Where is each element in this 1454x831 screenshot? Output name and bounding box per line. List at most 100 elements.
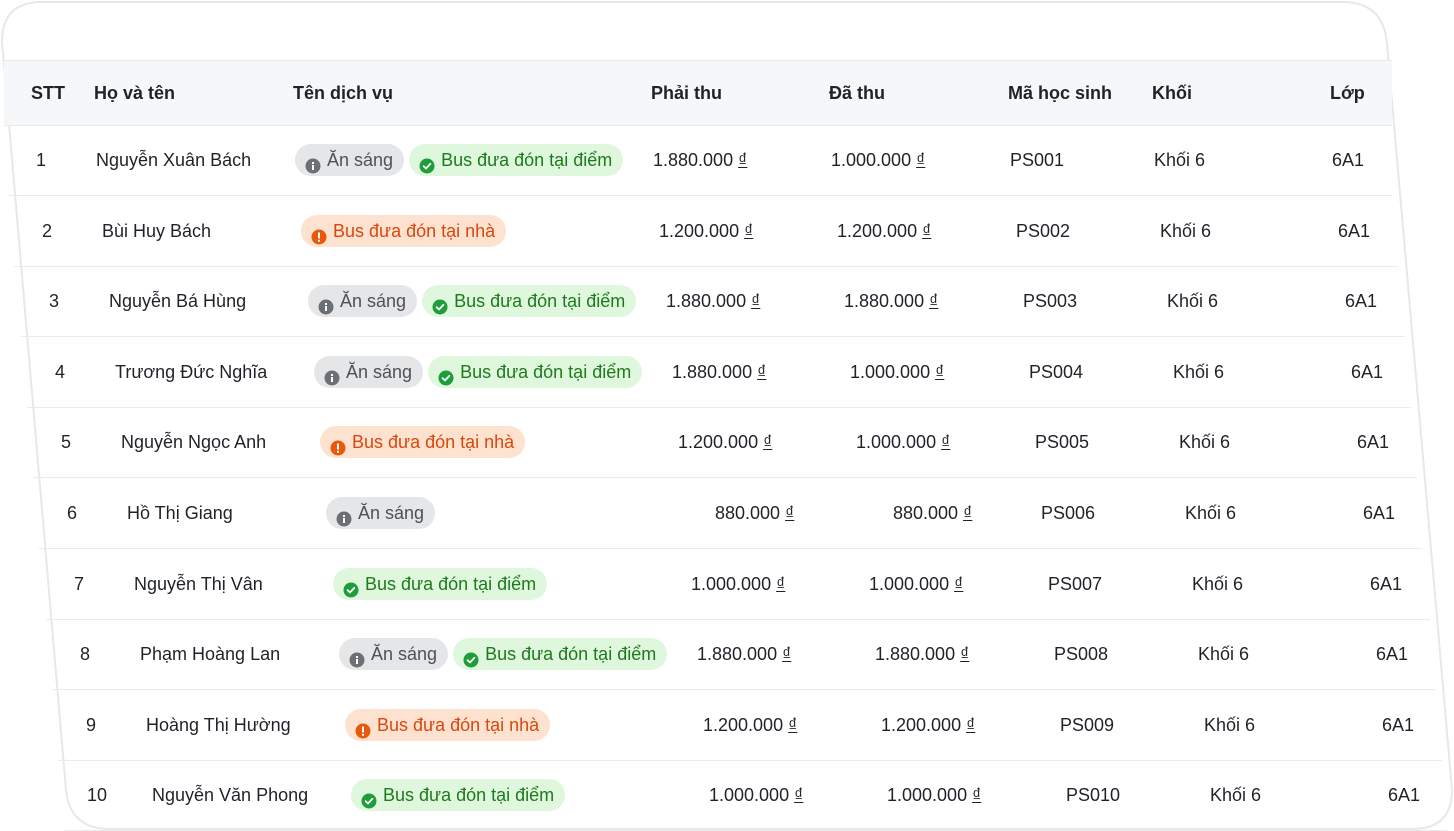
- row-number: 3: [49, 291, 60, 311]
- class-name: 6A1: [1345, 291, 1378, 311]
- table-row[interactable]: 1 Nguyễn Xuân Bách Ăn sáng Bus đưa đón tại …: [8, 125, 1392, 196]
- currency-symbol: ₫: [782, 644, 792, 664]
- service-tag-green[interactable]: Bus đưa đón tại điểm: [351, 779, 566, 811]
- amount-paid-value: 880.000: [893, 503, 959, 523]
- service-tags: Bus đưa đón tại nhà: [301, 215, 507, 247]
- column-header-student-id[interactable]: Mã học sinh: [1008, 61, 1112, 125]
- amount-paid: 1.880.000 ₫: [844, 266, 938, 336]
- row-number: 9: [86, 715, 97, 735]
- service-tag-label: Bus đưa đón tại điểm: [383, 785, 555, 805]
- amount-due-value: 880.000: [715, 503, 781, 523]
- column-header-service[interactable]: Tên dịch vụ: [293, 61, 393, 125]
- table-row[interactable]: 10 Nguyễn Văn Phong Bus đưa đón tại điểm 1.…: [64, 760, 1448, 831]
- amount-paid: 1.000.000 ₫: [887, 760, 981, 830]
- alert-circle-icon: [311, 223, 327, 245]
- service-tag-orange[interactable]: Bus đưa đón tại nhà: [301, 215, 507, 247]
- currency-symbol: ₫: [738, 150, 748, 170]
- table-header: STT Họ và tên Tên dịch vụ Phải thu Đã th…: [4, 60, 1392, 126]
- amount-due-value: 1.880.000: [672, 362, 753, 382]
- class-name: 6A1: [1338, 221, 1371, 241]
- table-row[interactable]: 6 Hồ Thị Giang Ăn sáng 880.000 ₫ 880.000 ₫ PS…: [39, 478, 1423, 549]
- amount-paid: 1.000.000 ₫: [869, 549, 963, 619]
- service-tag-gray[interactable]: Ăn sáng: [326, 497, 436, 529]
- currency-symbol: ₫: [916, 150, 926, 170]
- student-id: PS006: [1041, 503, 1096, 523]
- amount-due: 1.200.000 ₫: [659, 196, 753, 266]
- service-tag-orange[interactable]: Bus đưa đón tại nhà: [345, 709, 551, 741]
- row-number: 10: [87, 785, 108, 805]
- info-icon: [349, 646, 365, 668]
- amount-paid-value: 1.880.000: [875, 644, 956, 664]
- amount-due: 1.200.000 ₫: [703, 690, 797, 760]
- currency-symbol: ₫: [763, 432, 773, 452]
- info-icon: [305, 152, 321, 174]
- service-tag-gray[interactable]: Ăn sáng: [314, 356, 424, 388]
- amount-due: 1.000.000 ₫: [691, 549, 785, 619]
- student-id: PS004: [1029, 362, 1084, 382]
- column-header-due[interactable]: Phải thu: [651, 61, 722, 125]
- student-id: PS008: [1054, 644, 1109, 664]
- service-tag-green[interactable]: Bus đưa đón tại điểm: [428, 356, 643, 388]
- service-tags: Ăn sáng Bus đưa đón tại điểm: [314, 356, 643, 388]
- amount-due: 1.880.000 ₫: [666, 266, 760, 336]
- amount-due-value: 1.200.000: [659, 221, 740, 241]
- class-name: 6A1: [1332, 150, 1365, 170]
- service-tag-green[interactable]: Bus đưa đón tại điểm: [409, 144, 624, 176]
- column-header-grade[interactable]: Khối: [1152, 61, 1192, 125]
- student-name: Trương Đức Nghĩa: [115, 362, 268, 382]
- column-header-class[interactable]: Lớp: [1330, 61, 1365, 125]
- service-tags: Bus đưa đón tại nhà: [320, 426, 526, 458]
- class-name: 6A1: [1388, 785, 1421, 805]
- student-id: PS007: [1048, 574, 1103, 594]
- check-circle-icon: [419, 152, 435, 174]
- table-row[interactable]: 4 Trương Đức Nghĩa Ăn sáng Bus đưa đón tại …: [27, 337, 1411, 408]
- service-tag-gray[interactable]: Ăn sáng: [295, 144, 405, 176]
- service-tag-orange[interactable]: Bus đưa đón tại nhà: [320, 426, 526, 458]
- table-row[interactable]: 2 Bùi Huy Bách Bus đưa đón tại nhà 1.200.00…: [14, 196, 1398, 267]
- amount-due-value: 1.880.000: [666, 291, 747, 311]
- table-row[interactable]: 9 Hoàng Thị Hường Bus đưa đón tại nhà 1.200…: [58, 690, 1442, 761]
- currency-symbol: ₫: [963, 503, 973, 523]
- amount-due: 1.880.000 ₫: [653, 125, 747, 195]
- amount-paid: 1.000.000 ₫: [856, 407, 950, 477]
- student-id: PS005: [1035, 432, 1090, 452]
- currency-symbol: ₫: [751, 291, 761, 311]
- table-row[interactable]: 8 Phạm Hoàng Lan Ăn sáng Bus đưa đón tại đi…: [52, 619, 1436, 690]
- amount-paid-value: 1.200.000: [837, 221, 918, 241]
- row-number: 1: [36, 150, 47, 170]
- service-tag-label: Ăn sáng: [371, 644, 438, 664]
- currency-symbol: ₫: [744, 221, 754, 241]
- service-tag-green[interactable]: Bus đưa đón tại điểm: [422, 285, 637, 317]
- row-number: 4: [55, 362, 66, 382]
- service-tags: Ăn sáng Bus đưa đón tại điểm: [339, 638, 668, 670]
- student-id: PS001: [1010, 150, 1065, 170]
- grade: Khối 6: [1167, 291, 1219, 311]
- service-tag-label: Bus đưa đón tại điểm: [365, 574, 537, 594]
- grade: Khối 6: [1160, 221, 1212, 241]
- service-tag-gray[interactable]: Ăn sáng: [339, 638, 449, 670]
- column-header-paid[interactable]: Đã thu: [829, 61, 885, 125]
- check-circle-icon: [361, 787, 377, 809]
- amount-paid-value: 1.000.000: [856, 432, 937, 452]
- service-tag-gray[interactable]: Ăn sáng: [308, 285, 418, 317]
- currency-symbol: ₫: [922, 221, 932, 241]
- service-tags: Ăn sáng: [326, 497, 436, 529]
- class-name: 6A1: [1357, 432, 1390, 452]
- table-row[interactable]: 5 Nguyễn Ngọc Anh Bus đưa đón tại nhà 1.200…: [33, 407, 1417, 478]
- grade: Khối 6: [1173, 362, 1225, 382]
- currency-symbol: ₫: [954, 574, 964, 594]
- service-tag-label: Ăn sáng: [358, 503, 425, 523]
- grade: Khối 6: [1204, 715, 1256, 735]
- table-row[interactable]: 7 Nguyễn Thị Vân Bus đưa đón tại điểm 1.000…: [46, 549, 1430, 620]
- service-tag-green[interactable]: Bus đưa đón tại điểm: [333, 568, 548, 600]
- column-header-name[interactable]: Họ và tên: [94, 61, 175, 125]
- table-row[interactable]: 3 Nguyễn Bá Hùng Ăn sáng Bus đưa đón tại đi…: [21, 266, 1405, 337]
- grade: Khối 6: [1185, 503, 1237, 523]
- column-header-stt[interactable]: STT: [31, 61, 65, 125]
- service-tag-green[interactable]: Bus đưa đón tại điểm: [453, 638, 668, 670]
- amount-due: 1.880.000 ₫: [697, 619, 791, 689]
- class-name: 6A1: [1382, 715, 1415, 735]
- service-tags: Ăn sáng Bus đưa đón tại điểm: [308, 285, 637, 317]
- currency-symbol: ₫: [972, 785, 982, 805]
- currency-symbol: ₫: [966, 715, 976, 735]
